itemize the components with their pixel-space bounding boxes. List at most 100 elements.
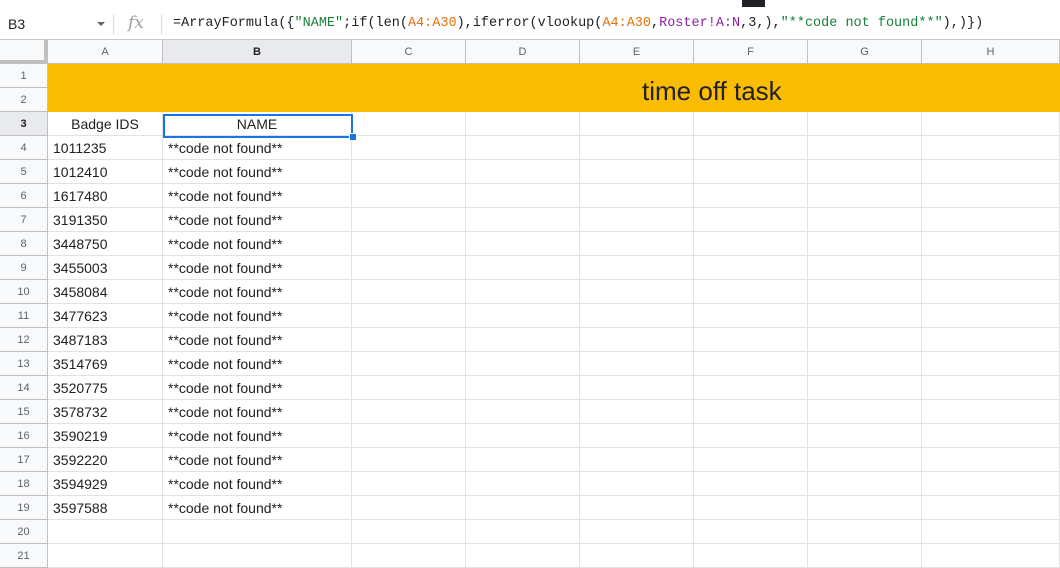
cell[interactable] <box>922 232 1060 256</box>
cell[interactable] <box>466 256 580 280</box>
row-header-7[interactable]: 7 <box>0 208 48 232</box>
row-header-20[interactable]: 20 <box>0 520 48 544</box>
cell[interactable] <box>466 112 580 136</box>
cell[interactable] <box>352 160 466 184</box>
cell[interactable] <box>580 208 694 232</box>
cell[interactable] <box>694 544 808 568</box>
cell[interactable] <box>466 232 580 256</box>
cell[interactable] <box>580 232 694 256</box>
cell[interactable] <box>352 136 466 160</box>
cell-badge-id[interactable]: 3448750 <box>48 232 163 256</box>
cell[interactable] <box>694 496 808 520</box>
title-banner[interactable]: time off task <box>48 64 1060 112</box>
cell[interactable] <box>922 280 1060 304</box>
cell[interactable] <box>808 136 922 160</box>
cell[interactable] <box>580 496 694 520</box>
cell[interactable] <box>466 184 580 208</box>
cell-badge-id[interactable]: 1011235 <box>48 136 163 160</box>
cell[interactable] <box>922 448 1060 472</box>
cell[interactable] <box>694 376 808 400</box>
fill-handle[interactable] <box>349 133 357 141</box>
cell-badge-id[interactable]: 3592220 <box>48 448 163 472</box>
cell[interactable] <box>694 136 808 160</box>
cell[interactable] <box>694 208 808 232</box>
cell[interactable] <box>580 256 694 280</box>
row-header-9[interactable]: 9 <box>0 256 48 280</box>
cell-badge-id[interactable]: 3487183 <box>48 328 163 352</box>
row-header-2[interactable]: 2 <box>0 88 48 112</box>
cell[interactable] <box>352 472 466 496</box>
cell[interactable] <box>922 328 1060 352</box>
cell[interactable] <box>922 520 1060 544</box>
cell-badge-id[interactable]: 3477623 <box>48 304 163 328</box>
cell-badge-id[interactable]: 3578732 <box>48 400 163 424</box>
cell-badge-id[interactable]: 3594929 <box>48 472 163 496</box>
cell[interactable] <box>580 304 694 328</box>
cell[interactable] <box>922 160 1060 184</box>
cell[interactable] <box>580 544 694 568</box>
cell[interactable] <box>466 328 580 352</box>
cell[interactable] <box>466 304 580 328</box>
cell-badge-id[interactable]: 3191350 <box>48 208 163 232</box>
cell[interactable] <box>352 352 466 376</box>
cell[interactable] <box>922 376 1060 400</box>
cell[interactable] <box>466 376 580 400</box>
row-header-10[interactable]: 10 <box>0 280 48 304</box>
cell-name[interactable]: **code not found** <box>163 400 352 424</box>
column-header-c[interactable]: C <box>352 40 466 64</box>
cell[interactable] <box>694 184 808 208</box>
cell[interactable] <box>580 424 694 448</box>
header-cell-badge-ids[interactable]: Badge IDS <box>48 112 163 136</box>
cell[interactable] <box>922 544 1060 568</box>
cell-name[interactable]: **code not found** <box>163 280 352 304</box>
cell-name[interactable]: **code not found** <box>163 352 352 376</box>
cell[interactable] <box>580 136 694 160</box>
cell[interactable] <box>694 352 808 376</box>
cell[interactable] <box>580 472 694 496</box>
cell[interactable] <box>808 544 922 568</box>
cell[interactable] <box>694 400 808 424</box>
cell-name[interactable]: **code not found** <box>163 496 352 520</box>
cell[interactable] <box>352 424 466 448</box>
cell[interactable] <box>466 472 580 496</box>
cell[interactable] <box>466 160 580 184</box>
cell[interactable] <box>466 424 580 448</box>
row-header-17[interactable]: 17 <box>0 448 48 472</box>
cell[interactable] <box>808 280 922 304</box>
column-header-a[interactable]: A <box>48 40 163 64</box>
cell[interactable] <box>694 424 808 448</box>
cell[interactable] <box>922 352 1060 376</box>
cell-name[interactable]: **code not found** <box>163 448 352 472</box>
select-all-corner[interactable] <box>0 40 48 64</box>
cell[interactable] <box>352 304 466 328</box>
row-header-4[interactable]: 4 <box>0 136 48 160</box>
row-header-6[interactable]: 6 <box>0 184 48 208</box>
column-header-f[interactable]: F <box>694 40 808 64</box>
cell[interactable] <box>352 208 466 232</box>
cell[interactable] <box>694 472 808 496</box>
cell[interactable] <box>808 328 922 352</box>
cell[interactable] <box>352 112 466 136</box>
row-header-18[interactable]: 18 <box>0 472 48 496</box>
cell[interactable] <box>694 232 808 256</box>
cell-badge-id[interactable]: 3458084 <box>48 280 163 304</box>
cell[interactable] <box>922 400 1060 424</box>
cell[interactable] <box>922 472 1060 496</box>
cell[interactable] <box>808 448 922 472</box>
row-header-8[interactable]: 8 <box>0 232 48 256</box>
row-header-12[interactable]: 12 <box>0 328 48 352</box>
cell[interactable] <box>466 448 580 472</box>
cell-name[interactable]: **code not found** <box>163 256 352 280</box>
cell[interactable] <box>694 520 808 544</box>
cell-badge-id[interactable]: 1012410 <box>48 160 163 184</box>
cell[interactable] <box>694 304 808 328</box>
cell[interactable] <box>922 136 1060 160</box>
cell-badge-id[interactable]: 3597588 <box>48 496 163 520</box>
cell-badge-id[interactable] <box>48 544 163 568</box>
cell-name[interactable]: **code not found** <box>163 472 352 496</box>
cell[interactable] <box>808 184 922 208</box>
cell[interactable] <box>466 400 580 424</box>
cell[interactable] <box>352 280 466 304</box>
cell[interactable] <box>922 424 1060 448</box>
cell-name[interactable]: **code not found** <box>163 208 352 232</box>
